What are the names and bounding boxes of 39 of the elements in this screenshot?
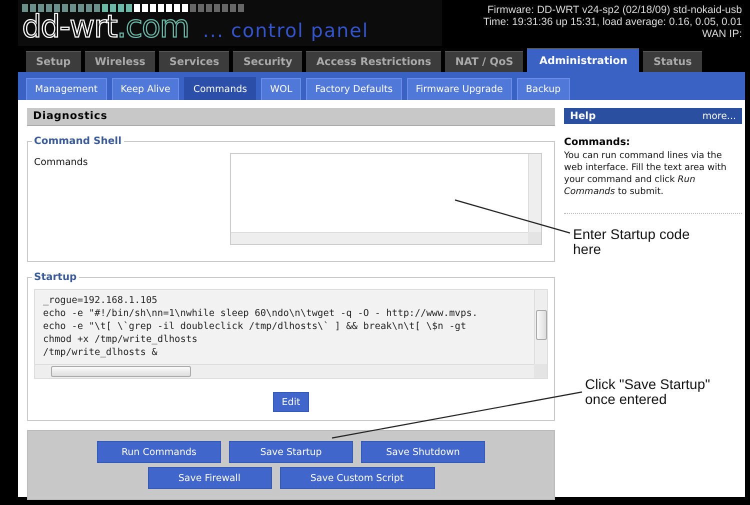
field-label: Commands: [34, 156, 88, 170]
scrollbar[interactable]: [534, 290, 547, 364]
nav-tab[interactable]: Access Restrictions: [306, 51, 442, 72]
sub-tab[interactable]: Backup: [516, 78, 570, 100]
help-heading: Commands:: [564, 137, 632, 148]
sub-tab[interactable]: Factory Defaults: [306, 78, 402, 100]
action-button[interactable]: Save Startup: [229, 441, 353, 463]
fieldset-legend: Startup: [32, 272, 79, 283]
action-button[interactable]: Save Shutdown: [361, 441, 485, 463]
scrollbar[interactable]: [35, 364, 534, 378]
nav-tab[interactable]: Status: [643, 51, 702, 72]
logo-text: dd-wrt.com: [22, 10, 189, 44]
help-text: You can run command lines via the web interface. Fill the text area with your command and click Run Commands to submit.: [564, 150, 728, 198]
firmware-text: Firmware: DD-WRT v24-sp2 (02/18/09) std-nokaid-usb: [487, 4, 742, 16]
section-header: Diagnostics: [27, 108, 555, 126]
sub-tab[interactable]: Commands: [184, 77, 256, 100]
edit-button[interactable]: Edit: [272, 392, 310, 412]
more-link[interactable]: more...: [702, 110, 736, 122]
action-button[interactable]: Run Commands: [97, 441, 221, 463]
sub-tab[interactable]: Keep Alive: [112, 78, 180, 100]
nav-tab[interactable]: Wireless: [84, 51, 156, 72]
callout-text: Enter Startup code here: [573, 227, 691, 257]
nav-tab[interactable]: NAT / QoS: [445, 51, 524, 72]
help-title: Help: [570, 110, 596, 122]
sub-tab[interactable]: Firmware Upgrade: [406, 78, 512, 100]
time-text: Time: 19:31:36 up 15:31, load average: 0.16, 0.05, 0.01: [483, 16, 742, 28]
action-button[interactable]: Save Firewall: [148, 467, 272, 489]
sub-tab[interactable]: WOL: [261, 78, 302, 100]
nav-tab[interactable]: Administration: [527, 48, 640, 72]
callout-text: Click "Save Startup" once entered: [585, 377, 712, 407]
nav-tab[interactable]: Services: [159, 51, 230, 72]
nav-tab[interactable]: Setup: [26, 51, 81, 72]
wan-ip-label: WAN IP:: [702, 28, 742, 40]
fieldset-legend: Command Shell: [32, 136, 124, 147]
nav-tab[interactable]: Security: [233, 51, 302, 72]
logo-subtitle: ... control panel: [202, 20, 369, 42]
action-button[interactable]: Save Custom Script: [280, 467, 434, 489]
sub-tab[interactable]: Management: [26, 78, 107, 100]
commands-field[interactable]: [230, 153, 542, 245]
